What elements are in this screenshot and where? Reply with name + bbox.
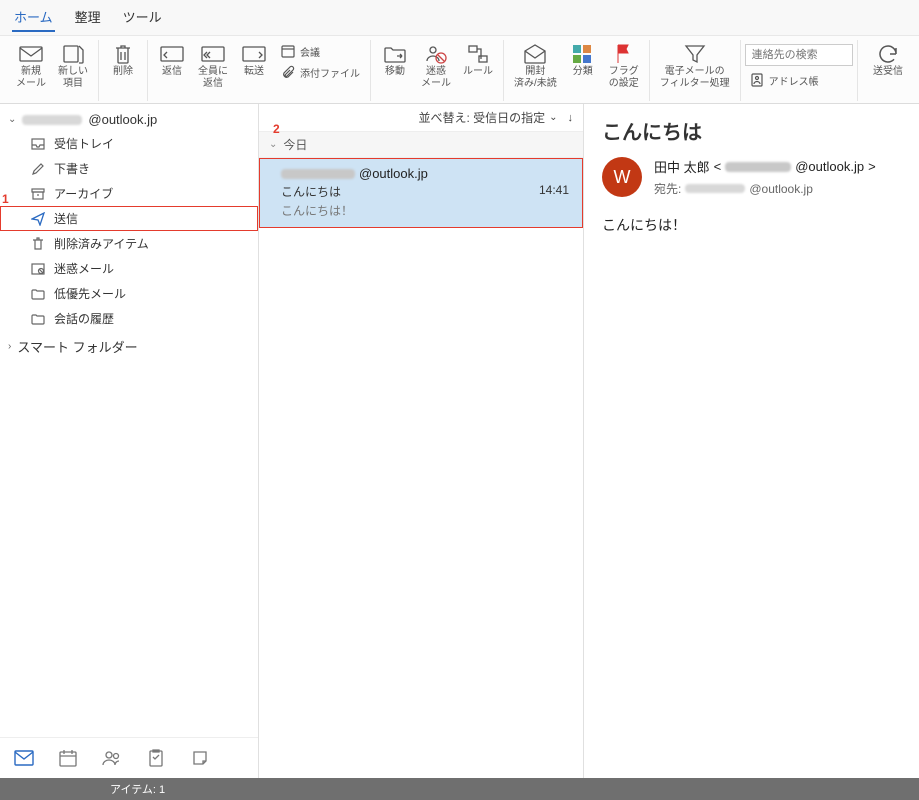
tab-tools[interactable]: ツール xyxy=(121,5,164,32)
forward-button[interactable]: 転送 xyxy=(234,40,274,80)
annotation-1: 1 xyxy=(2,192,9,206)
sort-bar[interactable]: 並べ替え: 受信日の指定 ⌄ ↓ xyxy=(259,104,583,132)
chevron-down-icon: ⌄ xyxy=(269,139,277,150)
main-content: 1 ⌄ @outlook.jp 受信トレイ 下書き アーカイブ xyxy=(0,104,919,778)
redacted-text xyxy=(22,115,82,125)
sender-line: 田中 太郎 <@outlook.jp> xyxy=(654,157,876,176)
inbox-icon xyxy=(30,136,46,152)
arrow-down-icon[interactable]: ↓ xyxy=(568,112,574,124)
attach-button[interactable]: 添付ファイル xyxy=(276,62,364,82)
folder-clutter[interactable]: 低優先メール xyxy=(0,281,258,306)
forward-icon xyxy=(242,42,266,66)
address-book-button[interactable]: アドレス帳 xyxy=(745,70,823,90)
trash-small-icon xyxy=(30,236,46,252)
tab-organize[interactable]: 整理 xyxy=(73,5,103,32)
menu-bar: ホーム 整理 ツール xyxy=(0,0,919,36)
message-subject: こんにちは xyxy=(281,183,341,200)
categories-icon xyxy=(571,42,595,66)
folder-drafts[interactable]: 下書き xyxy=(0,156,258,181)
nav-people-icon[interactable] xyxy=(102,748,122,768)
folder-archive[interactable]: アーカイブ xyxy=(0,181,258,206)
mark-read-button[interactable]: 開封 済み/未読 xyxy=(508,40,563,92)
reading-body: こんにちは！ xyxy=(602,215,901,235)
paperclip-icon xyxy=(280,64,296,80)
funnel-icon xyxy=(683,42,707,66)
message-item[interactable]: @outlook.jp こんにちは 14:41 こんにちは！ xyxy=(259,158,583,228)
reading-pane: こんにちは W 田中 太郎 <@outlook.jp> 宛先: @outlook… xyxy=(584,104,919,778)
message-preview: こんにちは！ xyxy=(281,202,569,219)
flag-icon xyxy=(612,42,636,66)
folder-sent[interactable]: 送信 xyxy=(0,206,258,231)
block-icon xyxy=(424,42,448,66)
calendar-icon xyxy=(280,43,296,59)
redacted-text xyxy=(725,162,791,172)
status-item-count: アイテム: 1 xyxy=(110,781,165,797)
redacted-text xyxy=(281,169,355,179)
reading-subject: こんにちは xyxy=(602,116,901,145)
redacted-text xyxy=(685,184,745,193)
chevron-right-icon: › xyxy=(8,341,11,352)
new-item-icon xyxy=(61,42,85,66)
address-book-icon xyxy=(749,72,765,88)
chevron-down-icon: ⌄ xyxy=(549,112,557,123)
folder-icon xyxy=(30,311,46,327)
move-button[interactable]: 移動 xyxy=(375,40,415,80)
nav-tasks-icon[interactable] xyxy=(146,748,166,768)
folder-conversation-history[interactable]: 会話の履歴 xyxy=(0,306,258,331)
new-item-button[interactable]: 新しい 項目 xyxy=(52,40,94,92)
trash-icon xyxy=(111,42,135,66)
folder-deleted[interactable]: 削除済みアイテム xyxy=(0,231,258,256)
reply-button[interactable]: 返信 xyxy=(152,40,192,80)
reply-all-button[interactable]: 全員に 返信 xyxy=(192,40,234,92)
message-time: 14:41 xyxy=(539,183,569,200)
flag-button[interactable]: フラグ の設定 xyxy=(603,40,645,92)
send-icon xyxy=(30,211,46,227)
chevron-down-icon: ⌄ xyxy=(8,114,16,125)
recipient-line: 宛先: @outlook.jp xyxy=(654,180,876,197)
meeting-button[interactable]: 会議 xyxy=(276,41,364,61)
reply-all-icon xyxy=(201,42,225,66)
tab-home[interactable]: ホーム xyxy=(12,5,55,32)
new-mail-button[interactable]: 新規 メール xyxy=(10,40,52,92)
rules-button[interactable]: ルール xyxy=(457,40,499,80)
message-list-pane: 並べ替え: 受信日の指定 ⌄ ↓ ⌄ 今日 2 @outlook.jp こんにち… xyxy=(259,104,584,778)
smart-folders-header[interactable]: › スマート フォルダー xyxy=(0,331,258,362)
junk-icon xyxy=(30,261,46,277)
group-header-today[interactable]: ⌄ 今日 2 xyxy=(259,132,583,158)
folder-icon xyxy=(30,286,46,302)
send-receive-button[interactable]: 送受信 xyxy=(867,40,909,80)
junk-button[interactable]: 迷惑 メール xyxy=(415,40,457,92)
avatar: W xyxy=(602,157,642,197)
message-from: @outlook.jp xyxy=(281,166,569,181)
envelope-icon xyxy=(19,42,43,66)
folder-sidebar: ⌄ @outlook.jp 受信トレイ 下書き アーカイブ 送信 xyxy=(0,104,259,778)
nav-notes-icon[interactable] xyxy=(190,748,210,768)
categorize-button[interactable]: 分類 xyxy=(563,40,603,80)
account-suffix: @outlook.jp xyxy=(88,112,157,127)
archive-icon xyxy=(30,186,46,202)
contact-search-input[interactable] xyxy=(745,44,853,66)
sort-label: 並べ替え: 受信日の指定 xyxy=(418,109,545,126)
nav-switcher xyxy=(0,737,258,778)
envelope-open-icon xyxy=(523,42,547,66)
annotation-2: 2 xyxy=(273,122,280,136)
folder-move-icon xyxy=(383,42,407,66)
delete-button[interactable]: 削除 xyxy=(103,40,143,80)
status-bar: アイテム: 1 xyxy=(0,778,919,800)
pencil-icon xyxy=(30,161,46,177)
folder-inbox[interactable]: 受信トレイ xyxy=(0,131,258,156)
reply-icon xyxy=(160,42,184,66)
rules-icon xyxy=(466,42,490,66)
nav-calendar-icon[interactable] xyxy=(58,748,78,768)
ribbon: 新規 メール 新しい 項目 削除 返信 全員に 返信 転送 会議 xyxy=(0,36,919,104)
account-header[interactable]: ⌄ @outlook.jp xyxy=(0,108,258,131)
folder-junk[interactable]: 迷惑メール xyxy=(0,256,258,281)
sync-icon xyxy=(876,42,900,66)
nav-mail-icon[interactable] xyxy=(14,748,34,768)
filter-button[interactable]: 電子メールの フィルター処理 xyxy=(654,40,736,92)
